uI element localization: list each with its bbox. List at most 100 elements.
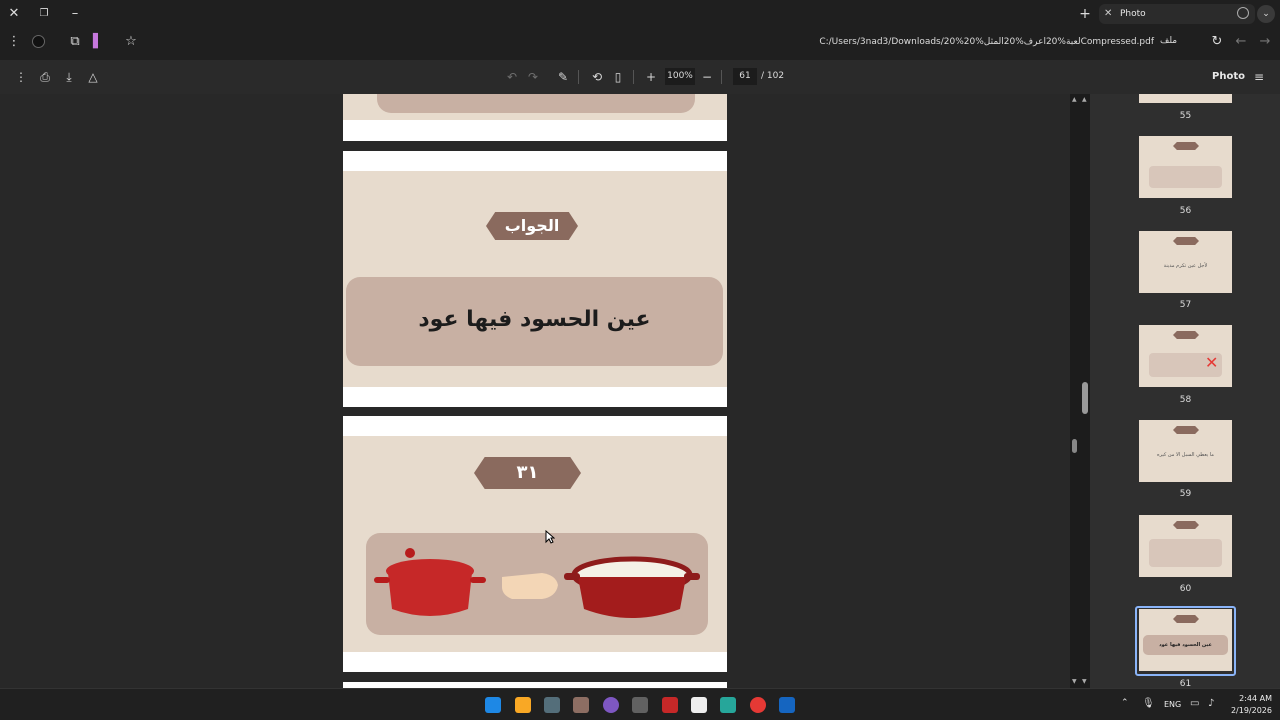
app-icon[interactable]: [662, 697, 678, 713]
forward-icon[interactable]: →: [1255, 32, 1275, 52]
pen-icon[interactable]: [632, 697, 648, 713]
thumb-text: لأجل عين تكرم مدينة: [1163, 263, 1208, 269]
answer-text: عين الحسود فيها عود: [346, 277, 723, 366]
pot-handle: [564, 573, 580, 580]
thumbnail-number: 55: [1179, 111, 1192, 121]
scroll-up-icon[interactable]: ▲: [1082, 96, 1087, 103]
start-icon[interactable]: [485, 697, 501, 713]
page-number-input[interactable]: 61: [733, 68, 757, 85]
document-title: Photo: [1212, 71, 1245, 82]
thumbnail-page[interactable]: لأجل عين تكرم مدينة: [1139, 231, 1232, 293]
close-window-icon[interactable]: ✕: [4, 4, 24, 24]
rotate-icon[interactable]: ⟲: [589, 69, 605, 85]
undo-icon[interactable]: ↶: [504, 69, 520, 85]
fit-page-icon[interactable]: ▯: [610, 69, 626, 85]
drive-icon[interactable]: △: [85, 69, 101, 85]
thumbnail-number: 61: [1179, 679, 1192, 688]
answer-box: [377, 94, 695, 113]
thumbnail-page[interactable]: [1139, 94, 1232, 103]
thumbnail-number: 57: [1179, 300, 1192, 310]
redo-icon[interactable]: ↷: [525, 69, 541, 85]
profile-icon[interactable]: [28, 32, 48, 52]
print-icon[interactable]: ⎙: [37, 69, 53, 85]
pdf-page: ٣١: [343, 416, 727, 672]
tray-chevron-icon[interactable]: ⌃: [1121, 698, 1129, 708]
store-icon[interactable]: [544, 697, 560, 713]
address-bar-row: ⋮ ⧉ ▌ ☆ C:/Users/3nad3/Downloads/لعبة%20…: [0, 28, 1280, 56]
divider: [633, 70, 634, 84]
clock[interactable]: 2:44 AM 2/19/2026: [1228, 693, 1272, 717]
notes-icon[interactable]: [573, 697, 589, 713]
zoom-input[interactable]: 100%: [665, 68, 695, 85]
pdf-toolbar: ⋮ ⎙ ⤓ △ ↶ ↷ ✎ ⟲ ▯ + 100% − 61 / 102 Phot…: [0, 60, 1280, 94]
app-icon[interactable]: [720, 697, 736, 713]
back-icon[interactable]: ←: [1231, 32, 1251, 52]
outline-menu-icon[interactable]: ≡: [1251, 69, 1267, 85]
page-slide: الجواب عين الحسود فيها عود: [343, 171, 727, 387]
viewer-scroll-thumb[interactable]: [1072, 439, 1077, 453]
bookmark-star-icon[interactable]: ☆: [121, 32, 141, 52]
scroll-up-icon[interactable]: ▲: [1072, 96, 1077, 103]
red-x-icon: ✕: [1205, 353, 1219, 372]
taskbar: ⌃ 🎙 ENG ▭ ♪ 2:44 AM 2/19/2026: [0, 688, 1280, 720]
red-pot-open: [578, 577, 686, 618]
viewer-scrollbar[interactable]: ▲ ▼: [1070, 94, 1080, 688]
more-options-icon[interactable]: ⋮: [13, 69, 29, 85]
thumb-text: ما يعطي السبل الا من كيره: [1157, 452, 1214, 458]
tab-close-icon[interactable]: ✕: [1104, 4, 1114, 24]
pot-handle: [470, 577, 486, 583]
red-pot: [388, 573, 472, 616]
page-slide: ٣١: [343, 436, 727, 652]
page-banner: الجواب: [486, 212, 578, 240]
thumbnail-page[interactable]: [1139, 136, 1232, 198]
zoom-out-icon[interactable]: −: [699, 69, 715, 85]
pdf-viewer[interactable]: الجواب عين الحسود فيها عود ٣١: [0, 94, 1090, 688]
thumbnail-page[interactable]: ما يعطي السبل الا من كيره: [1139, 420, 1232, 482]
thumbnail-number: 58: [1179, 395, 1192, 405]
thumbnail-scrollbar[interactable]: ▲ ▼: [1080, 94, 1090, 688]
reload-icon[interactable]: ↻: [1207, 32, 1227, 52]
pot-handle: [684, 573, 700, 580]
thumbnail-scroll-thumb[interactable]: [1082, 382, 1088, 414]
lid-knob: [405, 548, 415, 558]
chrome-icon[interactable]: [750, 697, 766, 713]
language-indicator[interactable]: ENG: [1164, 700, 1181, 709]
divider: [721, 70, 722, 84]
page-total: / 102: [761, 71, 785, 81]
new-tab-icon[interactable]: +: [1075, 4, 1095, 24]
app-icon[interactable]: [603, 697, 619, 713]
document-icon[interactable]: [691, 697, 707, 713]
pdf-page: [343, 94, 727, 141]
address-url[interactable]: C:/Users/3nad3/Downloads/لعبة%20اعرف%20ا…: [819, 37, 1154, 47]
thumb-image: [1149, 539, 1222, 567]
thumbnail-sidebar: 55 56 لأجل عين تكرم مدينة 57 ✕ 58 ما يعط…: [1090, 94, 1280, 688]
file-explorer-icon[interactable]: [515, 697, 531, 713]
volume-icon[interactable]: ♪: [1208, 698, 1214, 709]
thumbnail-number: 60: [1179, 584, 1192, 594]
tab-title: Photo: [1120, 9, 1146, 19]
thumbnail-page[interactable]: ✕: [1139, 325, 1232, 387]
pointing-hand-icon: [502, 573, 558, 599]
thumb-banner: [1173, 426, 1199, 434]
thumb-banner: [1173, 237, 1199, 245]
annotate-icon[interactable]: ✎: [555, 69, 571, 85]
globe-icon: [1237, 7, 1249, 19]
scroll-down-icon[interactable]: ▼: [1072, 678, 1077, 685]
tab-search-icon[interactable]: ⌄: [1257, 5, 1275, 23]
download-icon[interactable]: ⤓: [61, 69, 77, 85]
network-icon[interactable]: ▭: [1190, 698, 1199, 709]
menu-dots-icon[interactable]: ⋮: [4, 32, 24, 52]
tab-photo[interactable]: ✕ Photo: [1099, 4, 1255, 24]
zoom-in-icon[interactable]: +: [643, 69, 659, 85]
extensions-icon[interactable]: ⧉: [65, 32, 85, 52]
thumb-banner: [1173, 142, 1199, 150]
steam-icon[interactable]: [779, 697, 795, 713]
microphone-icon[interactable]: 🎙: [1142, 698, 1155, 709]
thumbnail-selection: [1135, 606, 1236, 676]
pdf-page: الجواب عين الحسود فيها عود: [343, 151, 727, 407]
thumbnail-page[interactable]: [1139, 515, 1232, 577]
audio-wave-icon[interactable]: ▌: [88, 32, 108, 52]
minimize-icon[interactable]: –: [65, 4, 85, 24]
scroll-down-icon[interactable]: ▼: [1082, 678, 1087, 685]
restore-icon[interactable]: ❐: [34, 4, 54, 24]
